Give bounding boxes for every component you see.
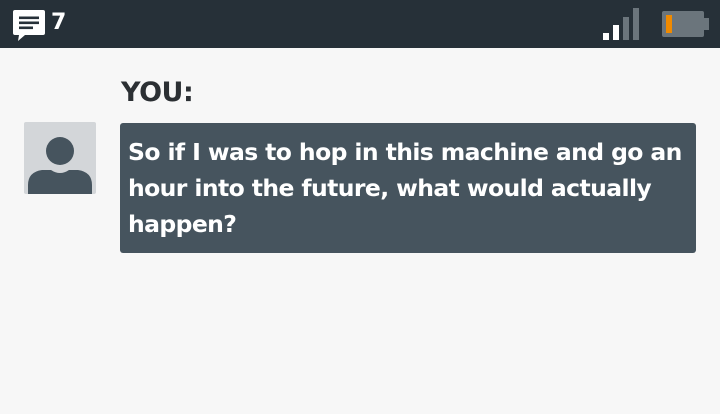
notification-count: 7 bbox=[51, 10, 67, 35]
status-bar: 7 bbox=[0, 0, 720, 48]
message-text: So if I was to hop in this machine and g… bbox=[128, 138, 682, 238]
chat-message-icon[interactable] bbox=[12, 8, 46, 42]
message-bubble: So if I was to hop in this machine and g… bbox=[120, 123, 696, 253]
signal-strength-icon bbox=[603, 8, 639, 40]
battery-low-icon bbox=[662, 11, 709, 37]
user-avatar-icon bbox=[28, 137, 92, 194]
user-avatar bbox=[24, 122, 96, 194]
speaker-label: YOU: bbox=[121, 77, 194, 108]
